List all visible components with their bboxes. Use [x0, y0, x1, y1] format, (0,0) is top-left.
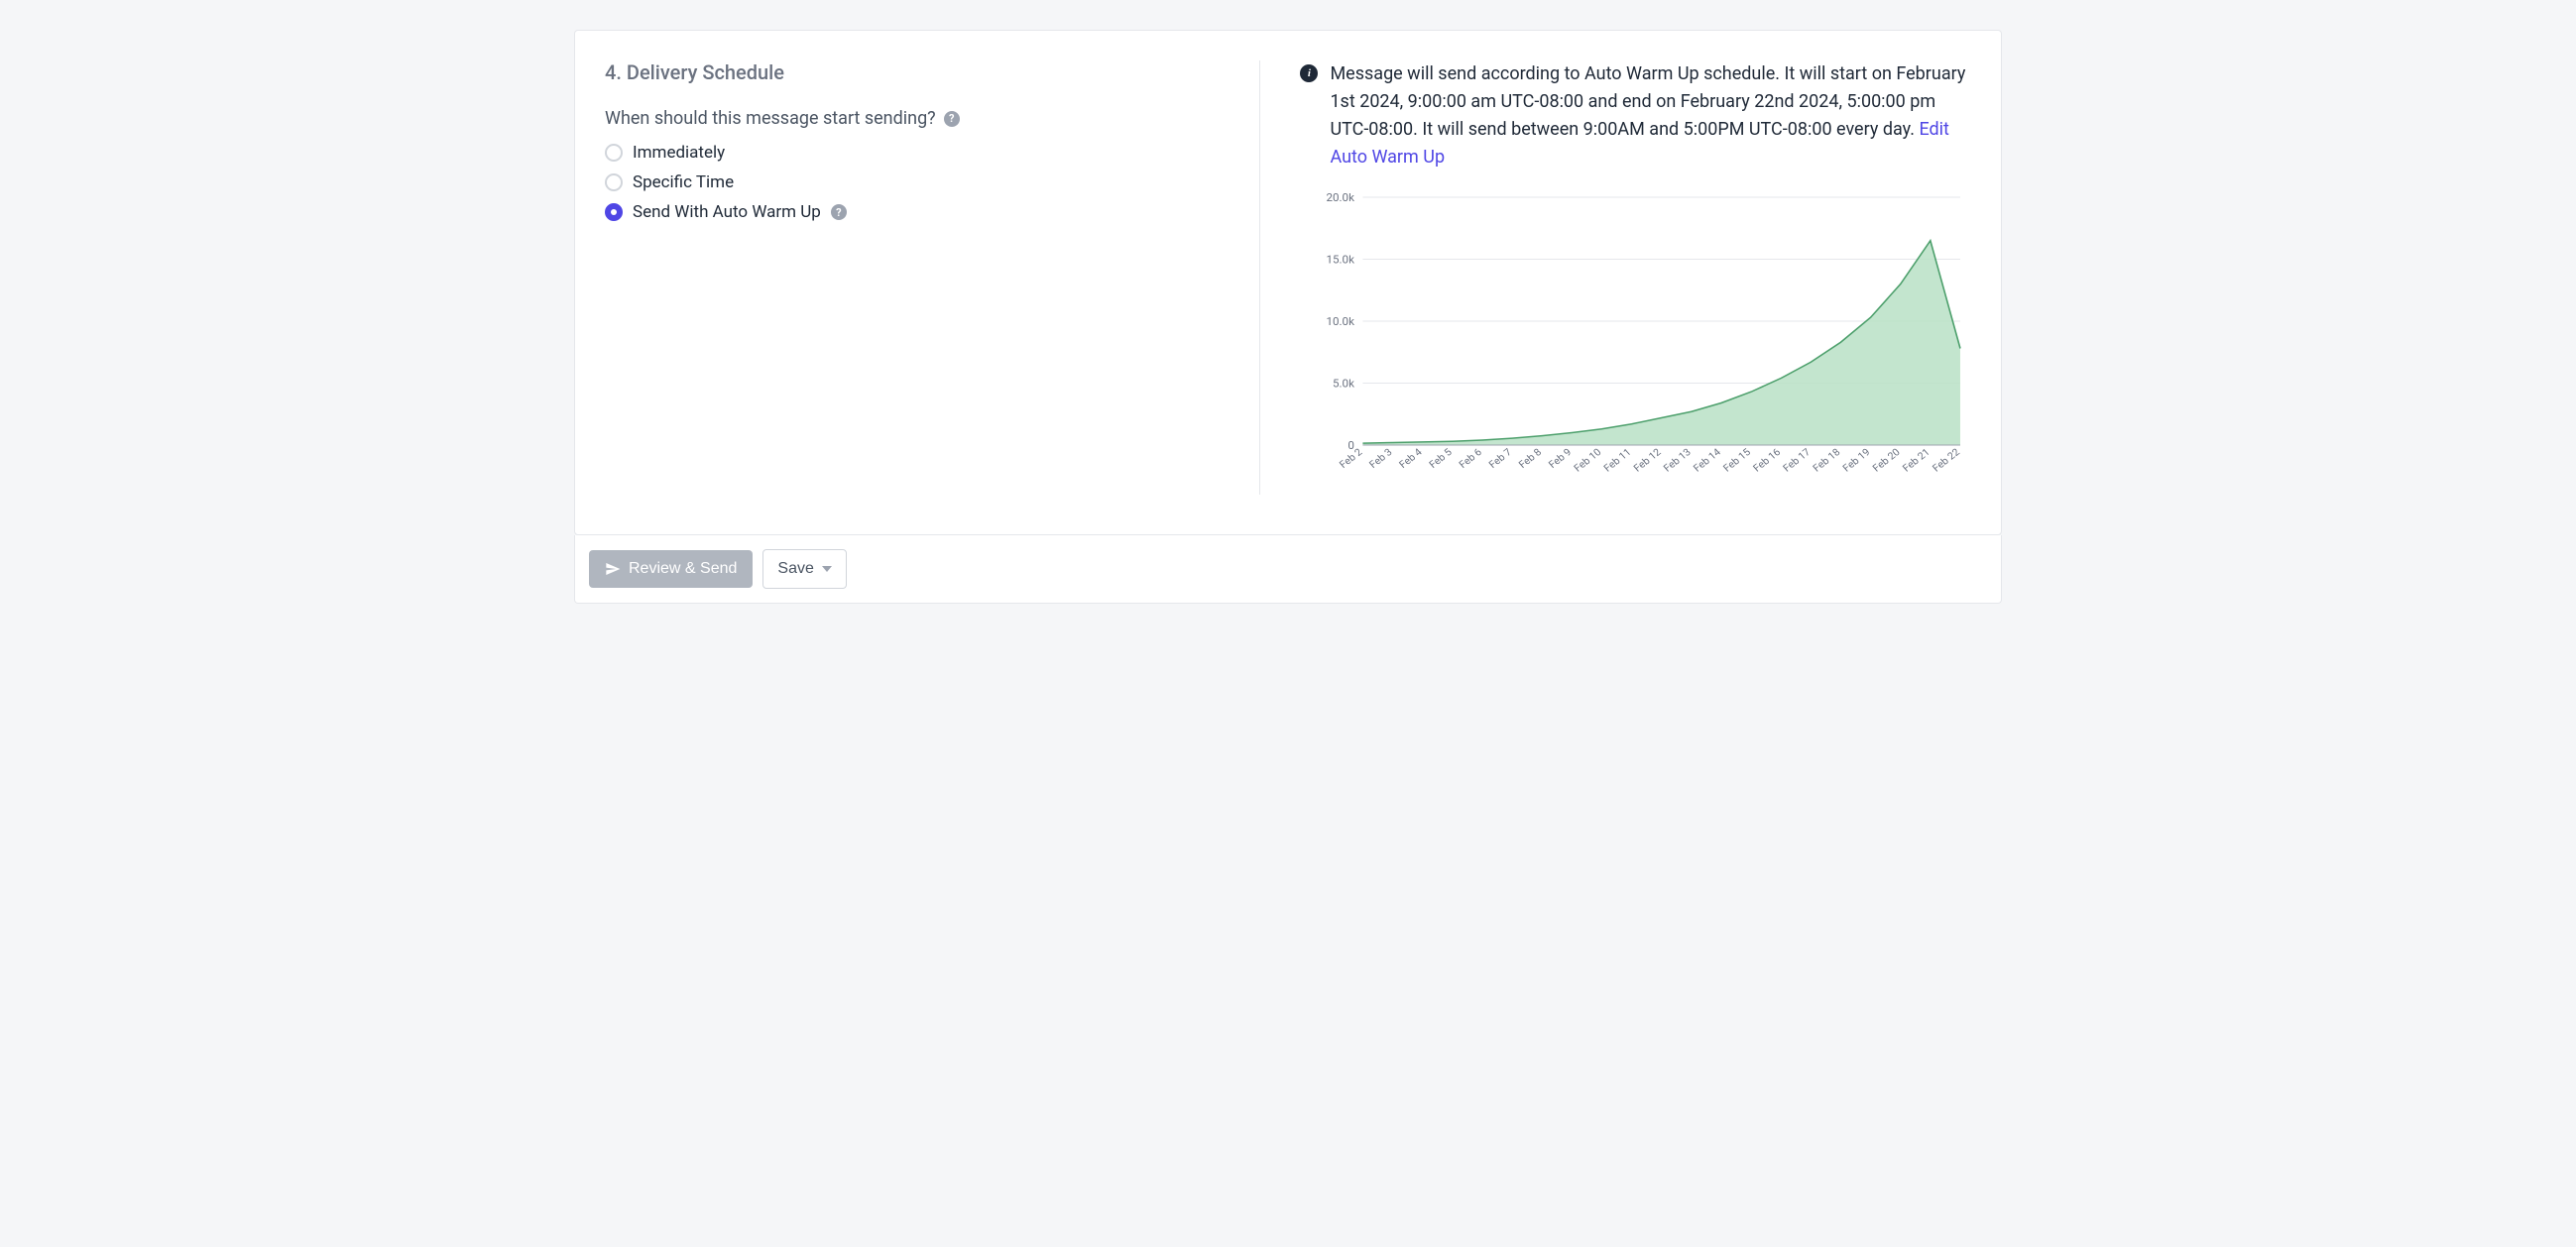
paper-plane-icon: [605, 561, 621, 577]
save-button[interactable]: Save: [762, 549, 846, 589]
svg-text:Feb 4: Feb 4: [1397, 445, 1426, 470]
radio-circle: [605, 203, 623, 221]
svg-text:Feb 22: Feb 22: [1931, 445, 1963, 474]
save-button-label: Save: [777, 560, 813, 578]
svg-text:Feb 20: Feb 20: [1870, 445, 1903, 474]
svg-text:Feb 3: Feb 3: [1367, 445, 1396, 470]
svg-text:Feb 2: Feb 2: [1338, 445, 1366, 470]
footer-bar: Review & Send Save: [574, 535, 2002, 604]
svg-text:Feb 11: Feb 11: [1601, 445, 1634, 474]
svg-text:Feb 9: Feb 9: [1546, 445, 1575, 470]
svg-text:Feb 18: Feb 18: [1811, 445, 1843, 474]
review-and-send-button[interactable]: Review & Send: [589, 550, 753, 588]
radio-option-0[interactable]: Immediately: [605, 143, 1239, 163]
info-box: i Message will send according to Auto Wa…: [1300, 60, 1971, 171]
svg-text:Feb 7: Feb 7: [1486, 445, 1515, 470]
svg-text:15.0k: 15.0k: [1327, 253, 1355, 266]
svg-text:Feb 14: Feb 14: [1692, 445, 1724, 474]
radio-circle: [605, 144, 623, 162]
radio-label: Send With Auto Warm Up: [633, 202, 821, 222]
info-icon: i: [1300, 64, 1318, 82]
radio-circle: [605, 173, 623, 191]
radio-label: Immediately: [633, 143, 725, 163]
svg-text:Feb 8: Feb 8: [1516, 445, 1545, 470]
warmup-chart: 05.0k10.0k15.0k20.0kFeb 2Feb 3Feb 4Feb 5…: [1300, 187, 1971, 495]
question-label: When should this message start sending?: [605, 108, 936, 129]
svg-text:Feb 12: Feb 12: [1631, 445, 1664, 474]
schedule-radio-group: Immediately Specific Time Send With Auto W…: [605, 143, 1239, 222]
svg-text:Feb 5: Feb 5: [1427, 445, 1456, 470]
info-text: Message will send according to Auto Warm…: [1330, 60, 1971, 171]
review-button-label: Review & Send: [629, 560, 737, 578]
schedule-preview-panel: i Message will send according to Auto Wa…: [1280, 60, 1971, 495]
radio-label: Specific Time: [633, 172, 734, 192]
svg-text:Feb 21: Feb 21: [1900, 445, 1932, 474]
svg-text:Feb 19: Feb 19: [1840, 445, 1873, 474]
svg-text:Feb 15: Feb 15: [1721, 445, 1754, 474]
chart-svg: 05.0k10.0k15.0k20.0kFeb 2Feb 3Feb 4Feb 5…: [1300, 187, 1971, 495]
svg-text:Feb 16: Feb 16: [1751, 445, 1784, 474]
chevron-down-icon: [822, 566, 832, 572]
svg-text:Feb 6: Feb 6: [1457, 445, 1485, 470]
svg-text:Feb 17: Feb 17: [1781, 445, 1814, 474]
svg-text:Feb 13: Feb 13: [1661, 445, 1694, 474]
svg-text:5.0k: 5.0k: [1333, 377, 1354, 390]
section-title: 4. Delivery Schedule: [605, 60, 1239, 84]
svg-text:20.0k: 20.0k: [1327, 191, 1355, 204]
help-icon[interactable]: ?: [831, 204, 847, 220]
question-row: When should this message start sending? …: [605, 108, 1239, 129]
delivery-schedule-card: 4. Delivery Schedule When should this me…: [574, 30, 2002, 535]
radio-option-1[interactable]: Specific Time: [605, 172, 1239, 192]
options-panel: 4. Delivery Schedule When should this me…: [605, 60, 1260, 495]
radio-option-2[interactable]: Send With Auto Warm Up?: [605, 202, 1239, 222]
info-text-body: Message will send according to Auto Warm…: [1330, 63, 1965, 140]
svg-text:Feb 10: Feb 10: [1572, 445, 1604, 474]
help-icon[interactable]: ?: [944, 111, 960, 127]
svg-text:10.0k: 10.0k: [1327, 315, 1355, 328]
